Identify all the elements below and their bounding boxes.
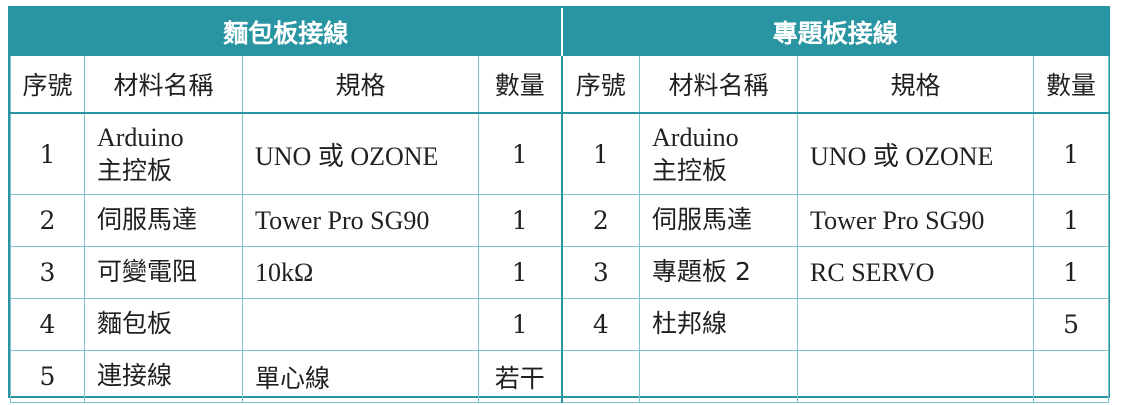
left-header-material: 材料名稱 — [84, 55, 243, 114]
right-qty-cell: 1 — [1033, 112, 1110, 195]
right-serial-cell: 2 — [560, 194, 641, 247]
group-header-row: 麵包板接線 專題板接線 — [9, 8, 1110, 56]
right-serial-cell: 3 — [560, 246, 641, 299]
right-material-cell: Arduino 主控板 — [639, 112, 799, 195]
left-qty-cell: 若干 — [477, 350, 563, 403]
left-material-zh: 主控板 — [97, 155, 173, 185]
left-qty-cell: 1 — [477, 112, 563, 195]
right-spec-cell: UNO 或 OZONE — [797, 112, 1035, 195]
right-spec-cell — [797, 298, 1035, 351]
left-header-qty: 數量 — [477, 55, 563, 114]
left-spec-cell: 10kΩ — [242, 246, 479, 299]
left-spec-cell: 單心線 — [242, 350, 479, 403]
left-qty-cell: 1 — [477, 246, 563, 299]
right-header-material: 材料名稱 — [639, 55, 799, 114]
left-serial-cell: 1 — [10, 112, 85, 195]
table-row: 3 可變電阻 10kΩ 1 3 專題板 2 RC SERVO 1 — [10, 246, 1110, 299]
left-serial-cell: 4 — [10, 298, 85, 351]
left-header-serial: 序號 — [10, 55, 85, 114]
right-serial-cell — [560, 350, 641, 403]
left-qty-cell: 1 — [477, 194, 563, 247]
right-header-serial: 序號 — [560, 55, 641, 114]
right-material-cell — [639, 350, 799, 403]
right-qty-cell: 1 — [1033, 246, 1110, 299]
left-serial-cell: 5 — [10, 350, 85, 403]
right-qty-cell — [1033, 350, 1110, 403]
left-serial-cell: 3 — [10, 246, 85, 299]
right-material-en: Arduino — [652, 122, 739, 152]
right-spec-cell: RC SERVO — [797, 246, 1035, 299]
left-spec-cell — [242, 298, 479, 351]
right-spec-cell: Tower Pro SG90 — [797, 194, 1035, 247]
table-row: 5 連接線 單心線 若干 — [10, 350, 1110, 403]
left-header-spec: 規格 — [242, 55, 479, 114]
left-qty-cell: 1 — [477, 298, 563, 351]
materials-table: 麵包板接線 專題板接線 序號 材料名稱 規格 數量 序號 材料名稱 規格 數量 … — [9, 8, 1110, 403]
left-material-en: Arduino — [97, 122, 184, 152]
right-material-cell: 專題板 2 — [639, 246, 799, 299]
right-material-zh: 主控板 — [652, 155, 728, 185]
project-board-group-title: 專題板接線 — [561, 8, 1110, 56]
materials-table-container: 麵包板接線 專題板接線 序號 材料名稱 規格 數量 序號 材料名稱 規格 數量 … — [8, 6, 1110, 403]
table-row: 4 麵包板 1 4 杜邦線 5 — [10, 298, 1110, 351]
left-serial-cell: 2 — [10, 194, 85, 247]
left-material-cell: 連接線 — [84, 350, 243, 403]
breadboard-group-title: 麵包板接線 — [9, 8, 563, 56]
table-row: 2 伺服馬達 Tower Pro SG90 1 2 伺服馬達 Tower Pro… — [10, 194, 1110, 247]
left-material-cell: 麵包板 — [84, 298, 243, 351]
right-material-cell: 伺服馬達 — [639, 194, 799, 247]
right-header-spec: 規格 — [797, 55, 1035, 114]
left-material-cell: Arduino 主控板 — [84, 112, 243, 195]
right-material-cell: 杜邦線 — [639, 298, 799, 351]
left-material-cell: 可變電阻 — [84, 246, 243, 299]
left-spec-cell: UNO 或 OZONE — [242, 112, 479, 195]
right-qty-cell: 1 — [1033, 194, 1110, 247]
column-header-row: 序號 材料名稱 規格 數量 序號 材料名稱 規格 數量 — [10, 55, 1110, 114]
right-qty-cell: 5 — [1033, 298, 1110, 351]
left-material-cell: 伺服馬達 — [84, 194, 243, 247]
right-header-qty: 數量 — [1033, 55, 1110, 114]
left-spec-cell: Tower Pro SG90 — [242, 194, 479, 247]
right-serial-cell: 1 — [560, 112, 641, 195]
table-row: 1 Arduino 主控板 UNO 或 OZONE 1 1 Arduino 主控… — [10, 112, 1110, 195]
right-spec-cell — [797, 350, 1035, 403]
right-serial-cell: 4 — [560, 298, 641, 351]
